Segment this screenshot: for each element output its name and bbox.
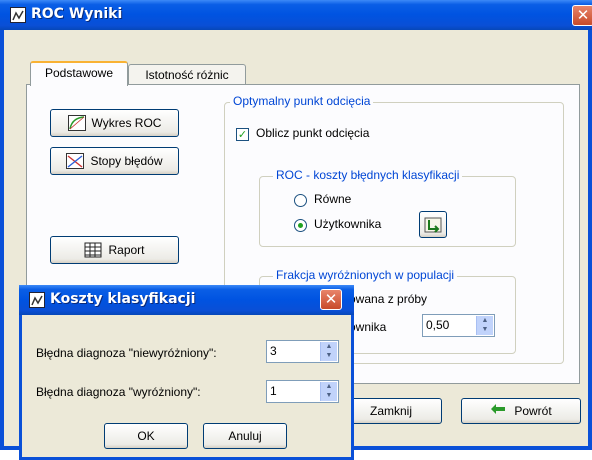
error-rates-icon	[66, 153, 85, 169]
report-button[interactable]: Raport	[50, 236, 179, 264]
edit-costs-button[interactable]	[419, 211, 447, 238]
fraction-value-spinner[interactable]: 0,50 ▲ ▼	[422, 314, 495, 337]
table-icon	[84, 242, 102, 258]
dialog-titlebar[interactable]: Koszty klasyfikacji	[19, 285, 354, 315]
roc-curve-icon	[67, 115, 86, 131]
tab-istotnosc-roznic[interactable]: Istotność różnic	[128, 64, 246, 86]
window-close-button[interactable]: ✕	[572, 5, 592, 26]
fraction-title: Frakcja wyróżnionych w populacji	[273, 268, 458, 282]
compute-cutoff-label: Oblicz punkt odcięcia	[256, 126, 370, 140]
misdiagnosis-not-distinguished-spinner[interactable]: 3 ▲ ▼	[266, 340, 339, 363]
roc-costs-title: ROC - koszty błędnych klasyfikacji	[273, 168, 463, 182]
back-button-label: Powrót	[514, 404, 552, 418]
cancel-label: Anuluj	[228, 429, 262, 443]
misdiagnosis-distinguished-label: Błędna diagnoza "wyróżniony":	[36, 385, 201, 399]
roc-chart-label: Wykres ROC	[91, 116, 162, 130]
error-rates-label: Stopy błędów	[90, 154, 163, 168]
main-titlebar[interactable]: ROC Wyniki	[0, 0, 592, 30]
back-button[interactable]: Powrót	[461, 398, 581, 424]
optimal-cutoff-title: Optymalny punkt odcięcia	[230, 94, 374, 108]
equal-costs-radio[interactable]	[294, 194, 307, 207]
roc-costs-group	[259, 176, 516, 247]
user-costs-label: Użytkownika	[314, 217, 382, 231]
user-fraction-label: ownika	[349, 320, 387, 334]
roc-chart-button[interactable]: Wykres ROC	[50, 109, 179, 137]
spinner-arrows[interactable]: ▲ ▼	[320, 382, 337, 401]
dialog-title: Koszty klasyfikacji	[50, 291, 196, 307]
error-rates-button[interactable]: Stopy błędów	[50, 147, 179, 175]
dialog-app-icon	[29, 292, 45, 308]
tab-podstawowe[interactable]: Podstawowe	[30, 61, 128, 86]
equal-costs-label: Równe	[314, 192, 352, 206]
spinner-arrows[interactable]: ▲ ▼	[320, 342, 337, 361]
edit-costs-icon	[424, 217, 442, 233]
compute-cutoff-checkbox[interactable]: ✓	[236, 128, 249, 141]
ok-button[interactable]: OK	[104, 423, 188, 449]
cancel-button[interactable]: Anuluj	[203, 423, 287, 449]
misdiagnosis-not-distinguished-value: 3	[270, 344, 277, 358]
fraction-value: 0,50	[426, 318, 450, 332]
app-icon	[10, 7, 26, 23]
misdiagnosis-distinguished-spinner[interactable]: 1 ▲ ▼	[266, 380, 339, 403]
report-label: Raport	[108, 243, 145, 257]
user-costs-radio[interactable]	[294, 219, 307, 232]
misdiagnosis-distinguished-value: 1	[270, 384, 277, 398]
window-title: ROC Wyniki	[31, 6, 123, 22]
ok-label: OK	[137, 429, 155, 443]
misdiagnosis-not-distinguished-label: Błędna diagnoza "niewyróżniony":	[36, 346, 217, 360]
back-arrow-icon	[490, 403, 508, 419]
estimated-from-sample-label: owana z próby	[349, 292, 428, 306]
dialog-close-button[interactable]: ✕	[320, 289, 342, 310]
spinner-arrows[interactable]: ▲ ▼	[476, 316, 493, 335]
close-button[interactable]: Zamknij	[340, 398, 442, 424]
close-button-label: Zamknij	[369, 404, 412, 418]
